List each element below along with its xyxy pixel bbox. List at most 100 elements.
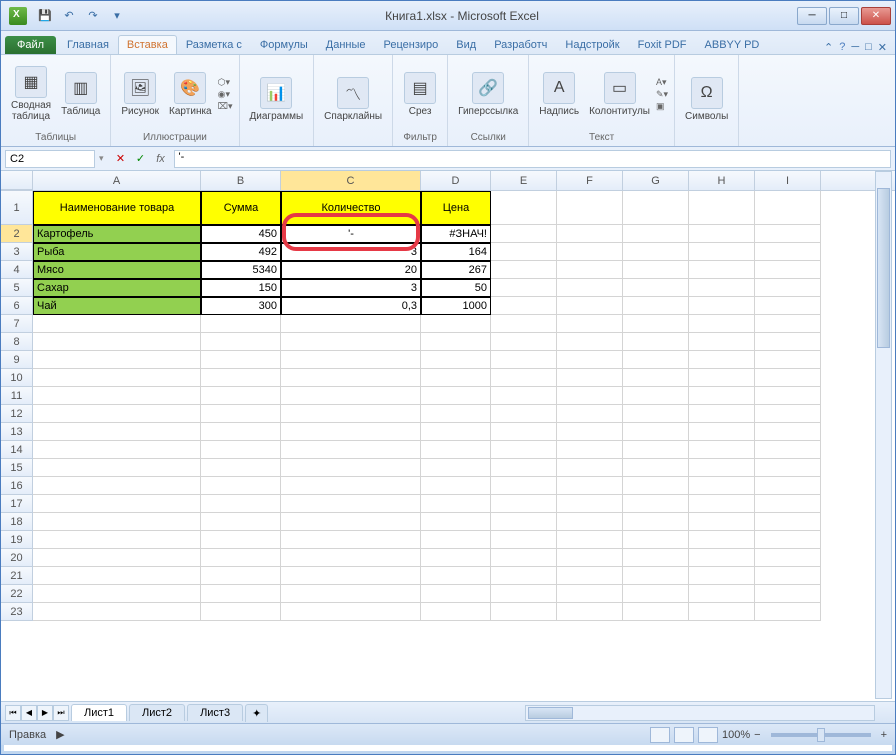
- cell[interactable]: [557, 549, 623, 567]
- hyperlink-button[interactable]: 🔗Гиперссылка: [454, 70, 522, 119]
- cell[interactable]: #ЗНАЧ!: [421, 225, 491, 243]
- col-header-d[interactable]: D: [421, 171, 491, 190]
- cell[interactable]: [281, 495, 421, 513]
- cell[interactable]: [281, 387, 421, 405]
- cell[interactable]: [689, 225, 755, 243]
- cell[interactable]: [623, 315, 689, 333]
- cell[interactable]: [623, 549, 689, 567]
- cell[interactable]: [421, 603, 491, 621]
- zoom-level[interactable]: 100%: [722, 729, 750, 741]
- row-header[interactable]: 9: [1, 351, 33, 369]
- cell[interactable]: [623, 495, 689, 513]
- cell[interactable]: [33, 603, 201, 621]
- sheet-nav-first-icon[interactable]: ⏮: [5, 705, 21, 721]
- cell[interactable]: [33, 333, 201, 351]
- cell[interactable]: 3: [281, 243, 421, 261]
- macro-record-icon[interactable]: ▶: [56, 728, 64, 741]
- tab-view[interactable]: Вид: [447, 35, 485, 54]
- cell[interactable]: [491, 441, 557, 459]
- undo-icon[interactable]: ↶: [59, 6, 79, 26]
- cell[interactable]: [755, 585, 821, 603]
- cell[interactable]: [201, 603, 281, 621]
- row-header[interactable]: 10: [1, 369, 33, 387]
- row-header[interactable]: 19: [1, 531, 33, 549]
- cell[interactable]: Картофель: [33, 225, 201, 243]
- symbols-button[interactable]: ΩСимволы: [681, 75, 732, 124]
- cell[interactable]: [755, 549, 821, 567]
- col-header-h[interactable]: H: [689, 171, 755, 190]
- cell[interactable]: [201, 585, 281, 603]
- cell[interactable]: [201, 351, 281, 369]
- cell[interactable]: [491, 369, 557, 387]
- cell[interactable]: [557, 261, 623, 279]
- cell[interactable]: [281, 603, 421, 621]
- cell[interactable]: [689, 191, 755, 225]
- cell[interactable]: [623, 243, 689, 261]
- cell[interactable]: [281, 405, 421, 423]
- cell[interactable]: 5340: [201, 261, 281, 279]
- cell[interactable]: [623, 279, 689, 297]
- col-header-i[interactable]: I: [755, 171, 821, 190]
- cell[interactable]: [491, 513, 557, 531]
- cell[interactable]: [491, 567, 557, 585]
- redo-icon[interactable]: ↷: [83, 6, 103, 26]
- cell[interactable]: [33, 315, 201, 333]
- cell[interactable]: [557, 513, 623, 531]
- row-header[interactable]: 22: [1, 585, 33, 603]
- cell[interactable]: [281, 585, 421, 603]
- cell[interactable]: [421, 369, 491, 387]
- cell[interactable]: Рыба: [33, 243, 201, 261]
- minimize-button[interactable]: ─: [797, 7, 827, 25]
- cell[interactable]: [33, 459, 201, 477]
- cell[interactable]: [623, 531, 689, 549]
- slicer-button[interactable]: ▤Срез: [399, 70, 441, 119]
- cell[interactable]: [421, 441, 491, 459]
- cell[interactable]: [755, 369, 821, 387]
- cell[interactable]: [281, 369, 421, 387]
- cell[interactable]: [755, 297, 821, 315]
- cell[interactable]: [281, 441, 421, 459]
- col-header-c[interactable]: C: [281, 171, 421, 190]
- new-sheet-icon[interactable]: ✦: [245, 704, 268, 722]
- clipart-button[interactable]: 🎨Картинка: [165, 70, 216, 119]
- row-header[interactable]: 12: [1, 405, 33, 423]
- cell[interactable]: Количество: [281, 191, 421, 225]
- cell[interactable]: [281, 531, 421, 549]
- cell[interactable]: [755, 459, 821, 477]
- cell[interactable]: [421, 387, 491, 405]
- cell[interactable]: [33, 531, 201, 549]
- cell[interactable]: [689, 243, 755, 261]
- cell[interactable]: [491, 603, 557, 621]
- row-header[interactable]: 6: [1, 297, 33, 315]
- cell[interactable]: 3: [281, 279, 421, 297]
- zoom-thumb[interactable]: [817, 728, 825, 742]
- cell[interactable]: [421, 531, 491, 549]
- name-box[interactable]: C2: [5, 150, 95, 168]
- save-icon[interactable]: 💾: [35, 6, 55, 26]
- qat-dropdown-icon[interactable]: ▾: [107, 6, 127, 26]
- smartart-icon[interactable]: ◉▾: [218, 89, 233, 100]
- charts-button[interactable]: 📊Диаграммы: [246, 75, 308, 124]
- textbox-button[interactable]: AНадпись: [535, 70, 583, 119]
- cell[interactable]: [755, 225, 821, 243]
- cell[interactable]: [281, 459, 421, 477]
- cell[interactable]: [201, 567, 281, 585]
- cell[interactable]: [557, 459, 623, 477]
- cell[interactable]: [33, 477, 201, 495]
- vscroll-thumb[interactable]: [877, 188, 890, 348]
- object-icon[interactable]: ▣: [656, 101, 668, 112]
- help-icon[interactable]: ?: [839, 41, 845, 54]
- view-normal-icon[interactable]: [650, 727, 670, 743]
- sheet-nav-last-icon[interactable]: ⏭: [53, 705, 69, 721]
- cell[interactable]: [623, 261, 689, 279]
- cell[interactable]: [755, 387, 821, 405]
- cell[interactable]: [281, 423, 421, 441]
- cell[interactable]: 150: [201, 279, 281, 297]
- cell[interactable]: [689, 369, 755, 387]
- cell[interactable]: [689, 297, 755, 315]
- view-pagebreak-icon[interactable]: [698, 727, 718, 743]
- cell[interactable]: [201, 387, 281, 405]
- row-header[interactable]: 7: [1, 315, 33, 333]
- cell[interactable]: [755, 191, 821, 225]
- cell[interactable]: [33, 423, 201, 441]
